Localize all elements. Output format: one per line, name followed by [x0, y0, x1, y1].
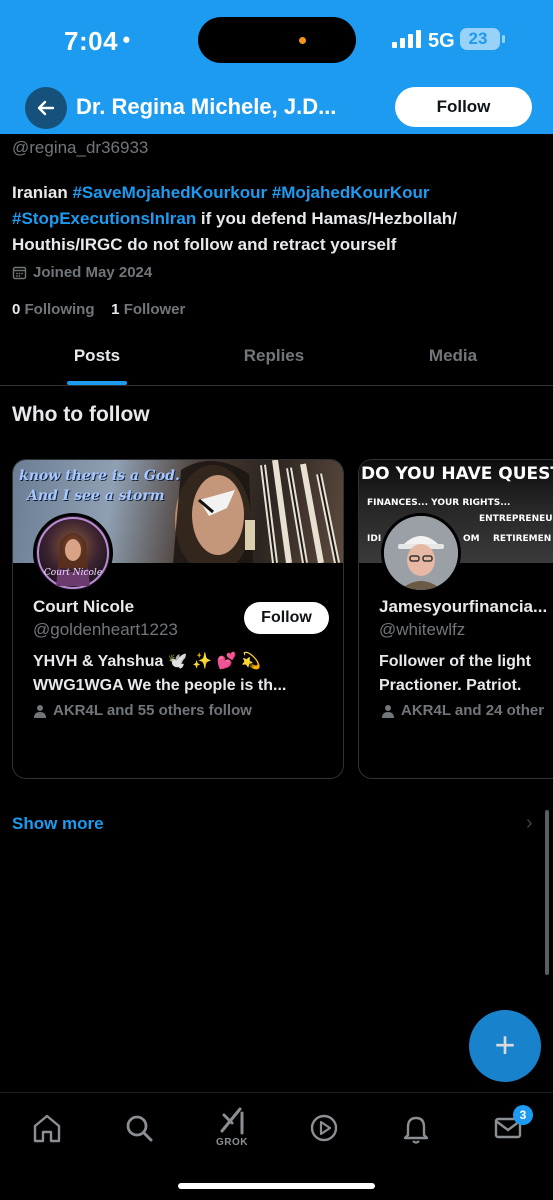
card-social-context: AKR4L and 24 other	[381, 702, 544, 719]
banner-text-line-4: IDI	[367, 534, 382, 544]
banner-text-line-1: DO YOU HAVE QUESTIO	[361, 464, 553, 484]
cellular-signal-icon	[392, 30, 422, 48]
banner-text-line-2: FINANCES... YOUR RIGHTS...	[367, 498, 511, 508]
scrollbar[interactable]	[545, 810, 549, 975]
suggested-user-card[interactable]: know there is a God. And I see a storm C…	[12, 459, 344, 779]
joined-label: Joined May 2024	[33, 264, 153, 281]
card-user-bio: YHVH & Yahshua 🕊️ ✨ 💕 💫 WWG1WGA We the p…	[33, 650, 286, 698]
privacy-indicator-dot	[299, 37, 306, 44]
card-social-text: AKR4L and 55 others follow	[53, 702, 252, 719]
dynamic-island	[198, 17, 356, 63]
nav-video[interactable]	[307, 1111, 341, 1145]
nav-notifications[interactable]	[399, 1111, 433, 1145]
who-to-follow-title: Who to follow	[12, 403, 150, 426]
bio-text: Iranian	[12, 183, 73, 202]
tab-replies[interactable]: Replies	[234, 346, 314, 366]
battery-level: 23	[468, 29, 488, 48]
nav-search[interactable]	[122, 1111, 156, 1145]
follow-stats: 0 Following 1 Follower	[12, 301, 185, 318]
banner-text-line-2: And I see a storm	[27, 488, 165, 504]
compose-post-button[interactable]: +	[469, 1010, 541, 1082]
back-button[interactable]	[25, 87, 67, 129]
card-follow-button[interactable]: Follow	[244, 602, 329, 634]
card-social-context: AKR4L and 55 others follow	[33, 702, 252, 719]
plus-icon: +	[494, 1024, 516, 1065]
card-bio-line: WWG1WGA We the people is th...	[33, 677, 287, 694]
status-time: 7:04	[64, 26, 119, 56]
card-bio-line: Practioner. Patriot.	[379, 677, 522, 694]
person-icon	[382, 704, 394, 718]
play-circle-icon	[310, 1114, 338, 1142]
signal-mute-icon: ꔷ	[122, 30, 131, 50]
battery-cap	[502, 35, 505, 43]
battery-icon: 23	[460, 28, 500, 50]
calendar-icon	[12, 266, 27, 280]
following-link[interactable]: 0 Following	[12, 301, 95, 318]
avatar-signature-text: Court Nicole	[43, 568, 103, 578]
nav-home[interactable]	[30, 1111, 64, 1145]
follow-button[interactable]: Follow	[395, 87, 532, 127]
card-user-name[interactable]: Court Nicole	[33, 597, 134, 617]
grok-icon	[220, 1107, 244, 1135]
arrow-left-icon	[37, 100, 55, 116]
following-count: 0	[12, 301, 21, 318]
chevron-right-icon: ›	[526, 812, 533, 834]
network-type: 5G	[428, 30, 455, 52]
bell-icon	[403, 1116, 429, 1144]
card-bio-line: Follower of the light	[379, 653, 531, 670]
card-user-bio: Follower of the light Practioner. Patrio…	[379, 650, 531, 698]
home-icon	[33, 1114, 61, 1143]
person-icon	[34, 704, 46, 718]
avatar[interactable]	[381, 513, 461, 593]
card-bio-line: YHVH & Yahshua 🕊️ ✨ 💕 💫	[33, 653, 261, 670]
status-bar: 7:04 ꔷ 5G 23	[0, 0, 553, 80]
followers-label: Follower	[123, 301, 186, 318]
messages-badge: 3	[513, 1105, 533, 1125]
card-social-text: AKR4L and 24 other	[401, 702, 545, 719]
banner-text-line-3: ENTREPRENEU	[479, 514, 553, 524]
card-user-handle: @goldenheart1223	[33, 620, 178, 639]
header-profile-name: Dr. Regina Michele, J.D...	[76, 94, 337, 119]
avatar-artwork	[37, 517, 109, 589]
hashtag-link[interactable]: #MojahedKourKour	[272, 183, 430, 202]
show-more-link[interactable]: Show more	[12, 814, 104, 834]
banner-text-line-5: OM	[463, 534, 480, 544]
profile-handle: @regina_dr36933	[12, 138, 149, 157]
avatar-photo	[384, 516, 458, 590]
following-label: Following	[24, 301, 95, 318]
hashtag-link[interactable]: #StopExecutionsInIran	[12, 209, 196, 228]
profile-bio: Iranian #SaveMojahedKourkour #MojahedKou…	[12, 180, 542, 258]
tab-posts[interactable]: Posts	[67, 346, 127, 366]
tab-media[interactable]: Media	[418, 346, 488, 366]
search-icon	[126, 1115, 153, 1142]
card-user-handle: @whitewlfz	[379, 620, 466, 639]
hashtag-link[interactable]: #SaveMojahedKourkour	[72, 183, 267, 202]
joined-date: Joined May 2024	[12, 264, 152, 281]
suggested-user-card[interactable]: DO YOU HAVE QUESTIO FINANCES... YOUR RIG…	[358, 459, 553, 779]
home-indicator	[178, 1183, 375, 1189]
grok-label: GROK	[216, 1137, 248, 1148]
active-tab-indicator	[67, 381, 127, 385]
profile-tabs: Posts Replies Media	[0, 334, 553, 386]
nav-grok[interactable]	[214, 1103, 248, 1137]
followers-count: 1	[111, 301, 120, 318]
card-user-name[interactable]: Jamesyourfinancia...	[379, 597, 547, 617]
banner-text-line-1: know there is a God.	[19, 468, 180, 484]
avatar[interactable]: Court Nicole	[33, 513, 113, 593]
banner-text-line-6: RETIREMEN	[493, 534, 552, 544]
followers-link[interactable]: 1 Follower	[111, 301, 185, 318]
